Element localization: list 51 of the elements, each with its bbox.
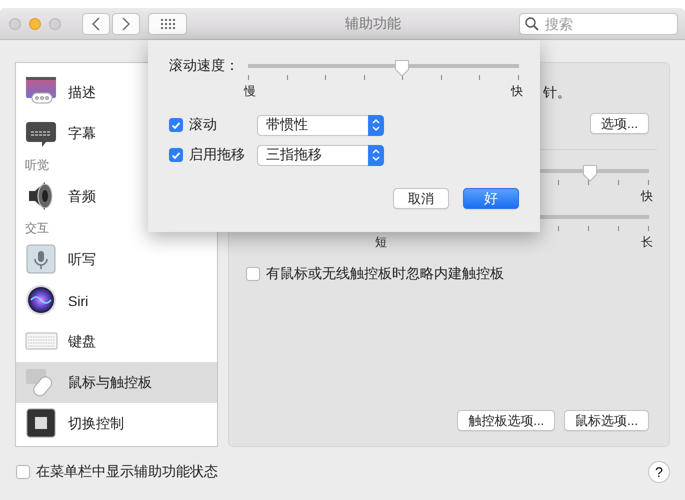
slider-thumb[interactable]	[394, 59, 410, 77]
slider-min-label: 慢	[244, 83, 256, 98]
slider-max-label: 快	[511, 83, 523, 98]
section-header: 听觉	[25, 157, 49, 174]
slider-min-label: 短	[375, 234, 387, 249]
checkbox[interactable]	[169, 148, 183, 162]
sidebar-item[interactable]: 切换控制	[16, 403, 217, 444]
search-icon	[525, 16, 539, 30]
window-title: 辅助功能	[344, 14, 402, 32]
sidebar-item[interactable]: 鼠标与触控板	[16, 362, 217, 403]
close-button[interactable]	[9, 18, 21, 30]
description-text: 针。	[543, 84, 571, 100]
sidebar-item[interactable]: 描述	[16, 72, 217, 113]
checkbox[interactable]	[246, 267, 260, 281]
popup-menu[interactable]: 带惯性	[257, 114, 384, 136]
slider-label: 滚动速度：	[169, 57, 240, 75]
show-all-button[interactable]	[148, 12, 187, 34]
microphone-icon	[25, 243, 58, 276]
checkbox-label: 启用拖移	[189, 146, 245, 164]
checkbox[interactable]	[16, 465, 30, 479]
grid-icon	[160, 18, 174, 28]
options-button[interactable]: 选项...	[590, 113, 649, 134]
search-field[interactable]: 搜索	[519, 12, 678, 34]
slider-max-label: 快	[641, 188, 653, 203]
forward-button[interactable]	[112, 12, 140, 34]
checkbox-label: 滚动	[189, 116, 217, 134]
sidebar-item[interactable]: 音频	[16, 176, 217, 217]
siri-orb-icon	[25, 284, 58, 317]
slider-thumb[interactable]	[582, 164, 598, 182]
sidebar-item[interactable]: 听写	[16, 239, 217, 280]
sidebar-item[interactable]: 键盘	[16, 321, 217, 362]
sidebar-item[interactable]: Siri	[16, 280, 217, 321]
checkbox-label: 有鼠标或无线触控板时忽略内建触控板	[266, 265, 504, 283]
forward-chevron-icon	[122, 16, 130, 30]
checkbox-label: 在菜单栏中显示辅助功能状态	[36, 463, 218, 481]
minimize-button[interactable]	[29, 18, 41, 30]
back-button[interactable]	[82, 12, 110, 34]
up-down-chevron-icon	[372, 118, 380, 132]
checkbox[interactable]	[169, 118, 183, 132]
switch-square-icon	[25, 407, 58, 440]
options-button[interactable]: 触控板选项...	[457, 410, 556, 431]
up-down-chevron-icon	[372, 148, 380, 162]
popup-menu[interactable]: 三指拖移	[257, 144, 384, 166]
zoom-button[interactable]	[49, 18, 61, 30]
back-chevron-icon	[92, 16, 100, 30]
ok-button[interactable]: 好	[463, 188, 519, 209]
help-button[interactable]: ?	[648, 461, 670, 483]
options-button[interactable]: 鼠标选项...	[564, 410, 649, 431]
cancel-button[interactable]: 取消	[393, 188, 449, 209]
section-header: 交互	[25, 220, 49, 237]
slider-max-label: 长	[641, 234, 653, 249]
